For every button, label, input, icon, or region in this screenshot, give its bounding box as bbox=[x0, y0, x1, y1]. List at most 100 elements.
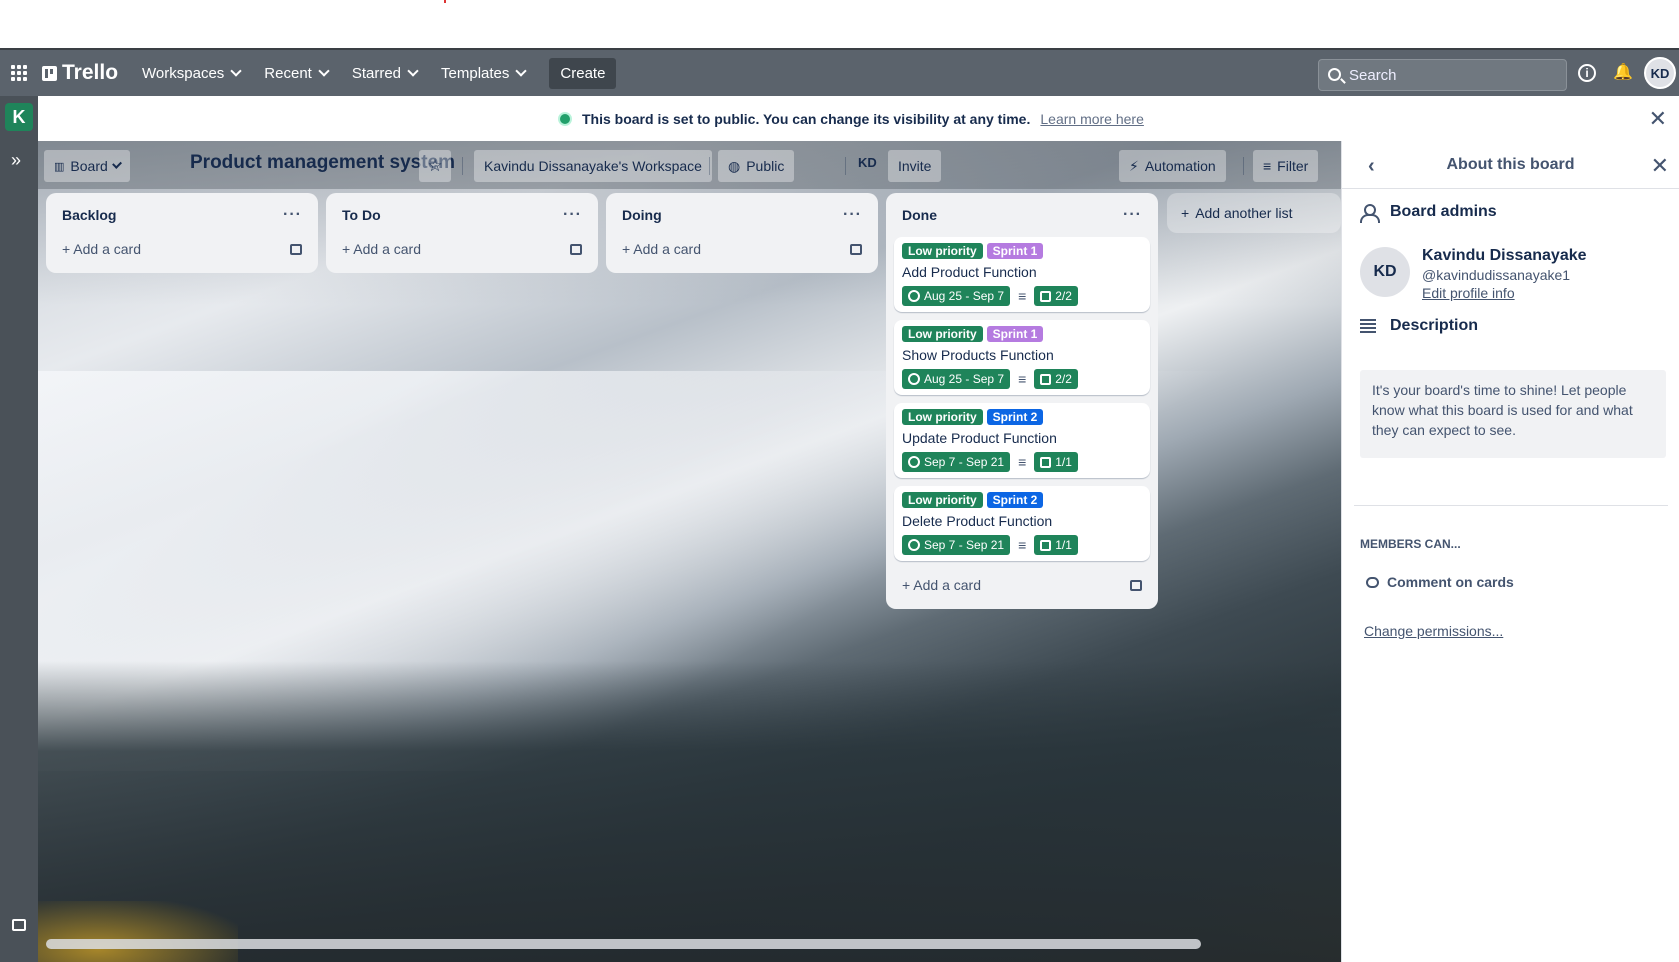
filter-label: Filter bbox=[1277, 158, 1309, 174]
add-card-button[interactable]: + Add a card bbox=[894, 569, 1150, 601]
list-title[interactable]: Backlog bbox=[62, 207, 116, 223]
list-menu-icon[interactable]: ··· bbox=[283, 206, 302, 224]
checklist-badge: 1/1 bbox=[1034, 452, 1078, 472]
board-header: ▥ Board Product management system ☆ Kavi… bbox=[38, 141, 1341, 189]
notice-text: This board is set to public. You can cha… bbox=[582, 110, 1031, 127]
template-icon[interactable] bbox=[850, 243, 862, 255]
edit-profile-link[interactable]: Edit profile info bbox=[1422, 285, 1587, 301]
clock-icon bbox=[908, 456, 920, 468]
list-menu-icon[interactable]: ··· bbox=[563, 206, 582, 224]
header-divider bbox=[1243, 157, 1244, 175]
header-divider bbox=[709, 157, 710, 175]
list-to-do: To Do ··· + Add a card bbox=[326, 193, 598, 273]
card[interactable]: Low priority Sprint 1 Show Products Func… bbox=[894, 320, 1150, 395]
nav-recent[interactable]: Recent bbox=[264, 65, 330, 82]
board-view-switcher[interactable]: ▥ Board bbox=[44, 150, 130, 182]
trello-logo-text: Trello bbox=[62, 61, 119, 84]
card[interactable]: Low priority Sprint 2 Delete Product Fun… bbox=[894, 486, 1150, 561]
list-done: Done ··· Low priority Sprint 1 Add Produc… bbox=[886, 193, 1158, 609]
template-icon[interactable] bbox=[570, 243, 582, 255]
card[interactable]: Low priority Sprint 2 Update Product Fun… bbox=[894, 403, 1150, 478]
close-icon[interactable]: ✕ bbox=[1651, 153, 1669, 179]
add-card-button[interactable]: + Add a card bbox=[334, 233, 590, 265]
star-board-button[interactable]: ☆ bbox=[419, 150, 451, 182]
list-menu-icon[interactable]: ··· bbox=[843, 206, 862, 224]
label-low-priority[interactable]: Low priority bbox=[902, 492, 983, 508]
clock-icon bbox=[908, 539, 920, 551]
add-list-button[interactable]: + Add another list bbox=[1167, 193, 1341, 233]
label-sprint[interactable]: Sprint 1 bbox=[986, 243, 1044, 259]
trello-logo[interactable]: Trello bbox=[42, 61, 118, 85]
card[interactable]: Low priority Sprint 1 Add Product Functi… bbox=[894, 237, 1150, 312]
list-backlog: Backlog ··· + Add a card bbox=[46, 193, 318, 273]
workspace-badge[interactable]: K bbox=[5, 103, 33, 131]
checklist-icon bbox=[1040, 539, 1052, 551]
nav-starred[interactable]: Starred bbox=[351, 64, 419, 82]
learn-more-link[interactable]: Learn more here bbox=[1040, 111, 1144, 127]
list-title[interactable]: To Do bbox=[342, 207, 381, 223]
label-low-priority[interactable]: Low priority bbox=[902, 243, 983, 259]
workspace-button[interactable]: Kavindu Dissanayake's Workspace bbox=[474, 150, 712, 182]
create-button[interactable]: Create bbox=[549, 57, 617, 89]
back-icon[interactable]: ‹ bbox=[1368, 155, 1375, 178]
nav-workspaces-label: Workspaces bbox=[142, 64, 225, 82]
app-switcher-icon[interactable] bbox=[11, 65, 27, 81]
label-sprint[interactable]: Sprint 2 bbox=[986, 409, 1044, 425]
add-card-button[interactable]: + Add a card bbox=[54, 233, 310, 265]
panel-title: About this board bbox=[1446, 155, 1575, 173]
nav-workspaces[interactable]: Workspaces bbox=[142, 64, 242, 82]
chevron-down-icon bbox=[515, 65, 528, 77]
due-date-badge[interactable]: Sep 7 - Sep 21 bbox=[902, 452, 1011, 472]
background-foliage bbox=[38, 901, 238, 962]
filter-button[interactable]: ≡ Filter bbox=[1253, 150, 1319, 182]
board-title[interactable]: Product management system bbox=[190, 152, 455, 174]
due-date-badge[interactable]: Sep 7 - Sep 21 bbox=[902, 535, 1011, 555]
add-card-button[interactable]: + Add a card bbox=[614, 233, 870, 265]
admin-name: Kavindu Dissanayake bbox=[1422, 247, 1587, 264]
comment-permission: Comment on cards bbox=[1366, 574, 1514, 590]
admin-entry: KD Kavindu Dissanayake @kavindudissanaya… bbox=[1360, 247, 1587, 301]
automation-label: Automation bbox=[1144, 158, 1216, 174]
plus-icon: + bbox=[1181, 205, 1190, 221]
description-icon: ≡ bbox=[1018, 454, 1027, 470]
members-can-title: MEMBERS CAN... bbox=[1360, 537, 1461, 551]
globe-icon: ◍ bbox=[728, 157, 741, 174]
avatar[interactable]: KD bbox=[1360, 247, 1410, 297]
nav-starred-label: Starred bbox=[351, 64, 402, 82]
search-icon bbox=[1328, 68, 1341, 81]
template-icon[interactable] bbox=[290, 243, 302, 255]
account-avatar[interactable]: KD bbox=[1644, 57, 1676, 89]
label-low-priority[interactable]: Low priority bbox=[902, 326, 983, 342]
expand-sidebar-icon[interactable]: » bbox=[11, 150, 21, 171]
card-title: Update Product Function bbox=[902, 430, 1057, 446]
automation-button[interactable]: ⚡ Automation bbox=[1119, 150, 1226, 182]
invite-button[interactable]: Invite bbox=[888, 150, 942, 182]
search-placeholder: Search bbox=[1349, 66, 1397, 84]
lightning-icon: ⚡ bbox=[1129, 157, 1139, 174]
due-date-badge[interactable]: Aug 25 - Sep 7 bbox=[902, 369, 1011, 389]
close-icon[interactable]: ✕ bbox=[1649, 106, 1667, 132]
list-menu-icon[interactable]: ··· bbox=[1123, 206, 1142, 224]
briefcase-icon[interactable] bbox=[12, 919, 26, 931]
change-permissions-link[interactable]: Change permissions... bbox=[1364, 623, 1503, 639]
board-admins-heading: Board admins bbox=[1360, 203, 1497, 223]
list-title[interactable]: Doing bbox=[622, 207, 662, 223]
horizontal-scrollbar[interactable] bbox=[46, 939, 1201, 949]
bell-icon[interactable]: 🔔 bbox=[1613, 63, 1633, 83]
filter-icon: ≡ bbox=[1263, 158, 1272, 174]
list-title[interactable]: Done bbox=[902, 207, 937, 223]
visibility-button[interactable]: ◍ Public bbox=[718, 150, 795, 182]
description-field[interactable]: It's your board's time to shine! Let peo… bbox=[1360, 370, 1666, 458]
label-low-priority[interactable]: Low priority bbox=[902, 409, 983, 425]
member-avatar[interactable]: KD bbox=[858, 155, 877, 170]
label-sprint[interactable]: Sprint 2 bbox=[986, 492, 1044, 508]
template-icon[interactable] bbox=[1130, 579, 1142, 591]
search-input[interactable]: Search bbox=[1318, 59, 1567, 91]
label-sprint[interactable]: Sprint 1 bbox=[986, 326, 1044, 342]
chevron-down-icon bbox=[318, 65, 330, 77]
info-icon[interactable]: i bbox=[1578, 64, 1596, 82]
due-date-badge[interactable]: Aug 25 - Sep 7 bbox=[902, 286, 1011, 306]
chevron-down-icon bbox=[230, 65, 242, 77]
nav-templates[interactable]: Templates bbox=[441, 65, 528, 82]
panel-header: ‹ About this board ✕ bbox=[1342, 141, 1679, 189]
